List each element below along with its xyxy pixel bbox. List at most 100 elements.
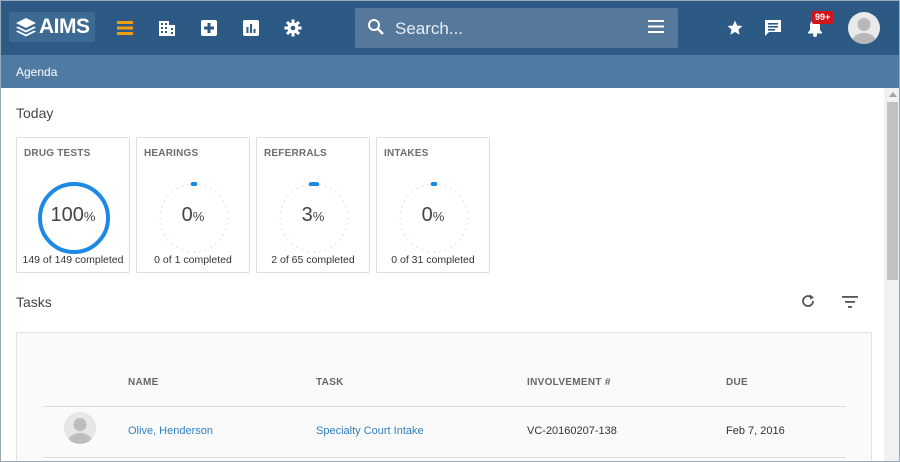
progress-tick bbox=[407, 195, 409, 197]
favorites-star-icon[interactable] bbox=[724, 17, 746, 39]
card-title: REFERRALS bbox=[264, 148, 327, 159]
card-referrals[interactable]: REFERRALS 3% 2 of 65 completed bbox=[256, 137, 370, 273]
card-footer: 0 of 1 completed bbox=[154, 254, 232, 266]
row-name-link[interactable]: Olive, Henderson bbox=[128, 425, 213, 437]
progress-tick bbox=[210, 246, 212, 249]
progress-tick bbox=[455, 243, 457, 245]
logo-layers-icon bbox=[15, 17, 37, 37]
progress-tick bbox=[167, 239, 169, 241]
progress-tick bbox=[199, 250, 201, 253]
progress-tick bbox=[210, 187, 212, 190]
progress-tick bbox=[427, 183, 429, 186]
progress-tick bbox=[219, 239, 221, 241]
agenda-list-icon[interactable] bbox=[114, 17, 136, 39]
building-icon[interactable] bbox=[156, 17, 178, 39]
progress-tick bbox=[283, 200, 286, 202]
progress-tick bbox=[167, 195, 169, 197]
search-input[interactable]: Search... bbox=[395, 19, 463, 39]
progress-tick bbox=[459, 195, 461, 197]
scrollbar-thumb[interactable] bbox=[887, 102, 898, 280]
column-header-task[interactable]: TASK bbox=[316, 377, 344, 388]
progress-tick bbox=[163, 234, 166, 236]
settings-gear-icon[interactable] bbox=[282, 17, 304, 39]
progress-tick bbox=[296, 187, 298, 190]
logo-text: AIMS bbox=[39, 15, 90, 38]
scroll-up-arrow-icon[interactable] bbox=[889, 92, 897, 97]
progress-tick bbox=[459, 239, 461, 241]
card-value: 0% bbox=[181, 204, 205, 226]
progress-tick bbox=[301, 249, 304, 251]
progress-tick bbox=[339, 195, 341, 197]
progress-tick bbox=[204, 185, 207, 187]
progress-tick bbox=[450, 246, 452, 249]
row-divider bbox=[44, 457, 846, 458]
progress-tick bbox=[401, 228, 403, 231]
user-avatar[interactable] bbox=[848, 12, 880, 44]
progress-tick bbox=[313, 251, 315, 253]
main-content: Today DRUG TESTS 100% 149 of 149 complet… bbox=[1, 88, 884, 461]
progress-tick bbox=[439, 250, 441, 253]
card-intakes[interactable]: INTAKES 0% 0 of 31 completed bbox=[376, 137, 490, 273]
progress-tick bbox=[222, 234, 225, 236]
breadcrumb-bar: Agenda bbox=[1, 55, 899, 88]
progress-tick bbox=[307, 183, 309, 186]
progress-tick bbox=[319, 183, 321, 186]
progress-tick bbox=[403, 200, 406, 202]
row-due: Feb 7, 2016 bbox=[726, 425, 785, 437]
progress-tick bbox=[339, 239, 341, 241]
search-menu-icon[interactable] bbox=[648, 20, 664, 38]
aims-logo[interactable]: AIMS bbox=[9, 12, 95, 42]
progress-tick bbox=[444, 249, 447, 251]
card-value: 100% bbox=[50, 204, 96, 226]
progress-tick bbox=[187, 250, 189, 253]
progress-tick bbox=[319, 250, 321, 253]
search-bar[interactable]: Search... bbox=[355, 8, 678, 48]
progress-tick bbox=[421, 249, 424, 251]
row-avatar bbox=[64, 412, 96, 444]
top-navbar: AIMS Search... 99+ bbox=[1, 1, 899, 55]
notifications-badge: 99+ bbox=[812, 11, 834, 24]
progress-tick bbox=[171, 191, 173, 193]
column-header-due[interactable]: DUE bbox=[726, 377, 748, 388]
progress-tick bbox=[324, 185, 327, 187]
progress-tick bbox=[411, 191, 413, 193]
progress-tick bbox=[161, 228, 163, 231]
progress-tick bbox=[204, 249, 207, 251]
column-header-involvement[interactable]: INVOLVEMENT # bbox=[527, 377, 611, 388]
today-heading: Today bbox=[16, 105, 54, 121]
filter-icon[interactable] bbox=[842, 295, 858, 313]
progress-tick bbox=[345, 228, 347, 231]
progress-tick bbox=[421, 185, 424, 187]
progress-tick bbox=[455, 191, 457, 193]
progress-tick bbox=[307, 250, 309, 253]
progress-tick bbox=[222, 200, 225, 202]
card-drug-tests[interactable]: DRUG TESTS 100% 149 of 149 completed bbox=[16, 137, 130, 273]
progress-tick bbox=[193, 251, 195, 253]
card-hearings[interactable]: HEARINGS 0% 0 of 1 completed bbox=[136, 137, 250, 273]
progress-tick bbox=[416, 246, 418, 249]
progress-tick bbox=[187, 183, 189, 186]
progress-tick bbox=[176, 187, 178, 190]
app-window: AIMS Search... 99+ Agenda Today DRUG TES… bbox=[0, 0, 900, 462]
progress-tick bbox=[465, 228, 467, 231]
column-header-name[interactable]: NAME bbox=[128, 377, 159, 388]
progress-tick bbox=[181, 249, 184, 251]
refresh-icon[interactable] bbox=[800, 293, 816, 314]
reports-chart-icon[interactable] bbox=[240, 17, 262, 39]
progress-tick bbox=[287, 239, 289, 241]
progress-tick bbox=[281, 228, 283, 231]
progress-tick bbox=[427, 250, 429, 253]
header-divider bbox=[44, 406, 846, 407]
row-task-link[interactable]: Specialty Court Intake bbox=[316, 425, 424, 437]
progress-tick bbox=[416, 187, 418, 190]
progress-tick bbox=[283, 234, 286, 236]
progress-tick bbox=[439, 183, 441, 186]
progress-tick bbox=[342, 200, 345, 202]
progress-tick bbox=[181, 185, 184, 187]
messages-icon[interactable] bbox=[762, 17, 784, 39]
vertical-scrollbar[interactable] bbox=[884, 88, 899, 461]
card-value: 3% bbox=[301, 204, 325, 226]
progress-tick bbox=[301, 185, 304, 187]
progress-tick bbox=[215, 243, 217, 245]
medical-plus-icon[interactable] bbox=[198, 17, 220, 39]
